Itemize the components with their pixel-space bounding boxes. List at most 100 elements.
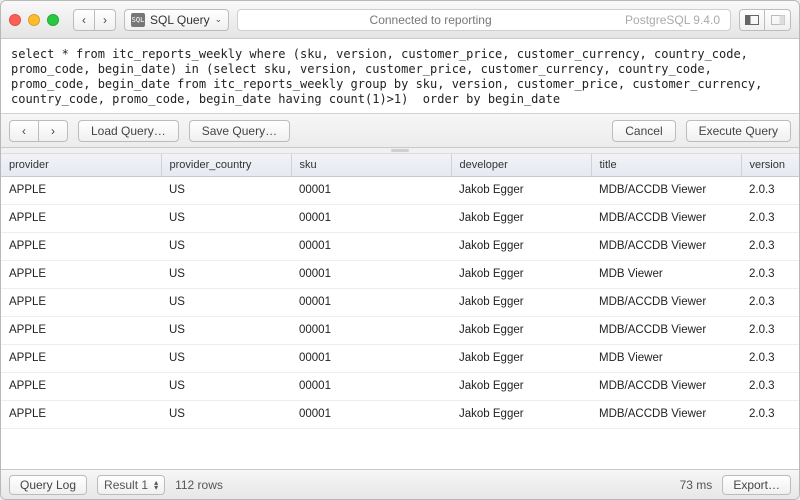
nav-segment: ‹ › [73, 9, 116, 31]
table-cell: Jakob Egger [451, 260, 591, 288]
table-cell: Jakob Egger [451, 204, 591, 232]
table-cell: 2.0.3 [741, 176, 799, 204]
titlebar: ‹ › SQL SQL Query ⌄ Connected to reporti… [1, 1, 799, 39]
table-cell: 2.0.3 [741, 204, 799, 232]
table-cell: Jakob Egger [451, 176, 591, 204]
table-cell: MDB/ACCDB Viewer [591, 232, 741, 260]
connection-pill[interactable]: Connected to reporting PostgreSQL 9.4.0 [237, 9, 731, 31]
table-cell: US [161, 232, 291, 260]
history-forward-button[interactable]: › [39, 120, 68, 142]
connection-status: Connected to reporting [248, 13, 613, 27]
grip-icon [391, 149, 409, 152]
table-cell: APPLE [1, 204, 161, 232]
chevron-left-icon: ‹ [22, 124, 26, 138]
query-type-dropdown[interactable]: SQL SQL Query ⌄ [124, 9, 229, 31]
query-log-button[interactable]: Query Log [9, 475, 87, 495]
table-row[interactable]: APPLEUS00001Jakob EggerMDB/ACCDB Viewer2… [1, 288, 799, 316]
table-cell: US [161, 204, 291, 232]
column-header[interactable]: provider [1, 154, 161, 176]
table-cell: MDB/ACCDB Viewer [591, 204, 741, 232]
back-button[interactable]: ‹ [73, 9, 95, 31]
row-count: 112 rows [175, 478, 223, 492]
table-cell: MDB/ACCDB Viewer [591, 316, 741, 344]
chevron-left-icon: ‹ [82, 13, 86, 27]
results-pane: provider provider_country sku developer … [1, 154, 799, 469]
zoom-icon[interactable] [47, 14, 59, 26]
right-panel-toggle[interactable] [765, 9, 791, 31]
table-row[interactable]: APPLEUS00001Jakob EggerMDB/ACCDB Viewer2… [1, 372, 799, 400]
table-row[interactable]: APPLEUS00001Jakob EggerMDB/ACCDB Viewer2… [1, 400, 799, 428]
cancel-button[interactable]: Cancel [612, 120, 675, 142]
table-cell: 2.0.3 [741, 288, 799, 316]
table-cell: MDB/ACCDB Viewer [591, 288, 741, 316]
table-cell: APPLE [1, 372, 161, 400]
table-row[interactable]: APPLEUS00001Jakob EggerMDB/ACCDB Viewer2… [1, 176, 799, 204]
table-cell: Jakob Egger [451, 232, 591, 260]
table-cell: MDB/ACCDB Viewer [591, 176, 741, 204]
table-cell: 2.0.3 [741, 400, 799, 428]
table-cell: US [161, 176, 291, 204]
table-cell: APPLE [1, 344, 161, 372]
panel-left-icon [745, 15, 759, 25]
export-button[interactable]: Export… [722, 475, 791, 495]
table-cell: 2.0.3 [741, 316, 799, 344]
table-cell: 2.0.3 [741, 260, 799, 288]
execute-query-button[interactable]: Execute Query [686, 120, 791, 142]
history-segment: ‹ › [9, 120, 68, 142]
history-back-button[interactable]: ‹ [9, 120, 39, 142]
table-cell: Jakob Egger [451, 372, 591, 400]
result-selector[interactable]: Result 1 ▴▾ [97, 475, 165, 495]
result-label: Result 1 [104, 478, 148, 492]
chevron-down-icon: ⌄ [215, 14, 223, 25]
table-cell: 00001 [291, 288, 451, 316]
save-query-button[interactable]: Save Query… [189, 120, 290, 142]
table-cell: 00001 [291, 204, 451, 232]
forward-button[interactable]: › [95, 9, 116, 31]
column-header[interactable]: provider_country [161, 154, 291, 176]
sql-editor[interactable]: select * from itc_reports_weekly where (… [1, 39, 799, 114]
table-cell: MDB Viewer [591, 344, 741, 372]
panel-toggle-segment [739, 9, 791, 31]
results-table: provider provider_country sku developer … [1, 154, 799, 429]
table-cell: APPLE [1, 316, 161, 344]
table-cell: US [161, 260, 291, 288]
table-cell: US [161, 400, 291, 428]
table-cell: 00001 [291, 316, 451, 344]
table-row[interactable]: APPLEUS00001Jakob EggerMDB/ACCDB Viewer2… [1, 204, 799, 232]
column-header[interactable]: sku [291, 154, 451, 176]
table-cell: Jakob Egger [451, 316, 591, 344]
table-cell: MDB Viewer [591, 260, 741, 288]
table-cell: Jakob Egger [451, 400, 591, 428]
column-header[interactable]: title [591, 154, 741, 176]
table-cell: Jakob Egger [451, 288, 591, 316]
left-panel-toggle[interactable] [739, 9, 765, 31]
chevron-right-icon: › [51, 124, 55, 138]
close-icon[interactable] [9, 14, 21, 26]
column-header[interactable]: developer [451, 154, 591, 176]
load-query-button[interactable]: Load Query… [78, 120, 179, 142]
table-cell: APPLE [1, 260, 161, 288]
table-cell: 00001 [291, 232, 451, 260]
table-cell: US [161, 288, 291, 316]
table-cell: 2.0.3 [741, 232, 799, 260]
table-row[interactable]: APPLEUS00001Jakob EggerMDB/ACCDB Viewer2… [1, 316, 799, 344]
table-cell: MDB/ACCDB Viewer [591, 400, 741, 428]
table-cell: APPLE [1, 176, 161, 204]
status-bar: Query Log Result 1 ▴▾ 112 rows 73 ms Exp… [1, 469, 799, 499]
minimize-icon[interactable] [28, 14, 40, 26]
stepper-icon: ▴▾ [154, 480, 158, 490]
chevron-right-icon: › [103, 13, 107, 27]
table-cell: US [161, 372, 291, 400]
table-row[interactable]: APPLEUS00001Jakob EggerMDB Viewer2.0.3 [1, 344, 799, 372]
table-cell: US [161, 316, 291, 344]
table-cell: 00001 [291, 372, 451, 400]
table-cell: US [161, 344, 291, 372]
table-cell: APPLE [1, 400, 161, 428]
action-bar: ‹ › Load Query… Save Query… Cancel Execu… [1, 114, 799, 148]
table-cell: MDB/ACCDB Viewer [591, 372, 741, 400]
column-header[interactable]: version [741, 154, 799, 176]
table-cell: 00001 [291, 260, 451, 288]
table-row[interactable]: APPLEUS00001Jakob EggerMDB Viewer2.0.3 [1, 260, 799, 288]
table-cell: 00001 [291, 344, 451, 372]
table-row[interactable]: APPLEUS00001Jakob EggerMDB/ACCDB Viewer2… [1, 232, 799, 260]
